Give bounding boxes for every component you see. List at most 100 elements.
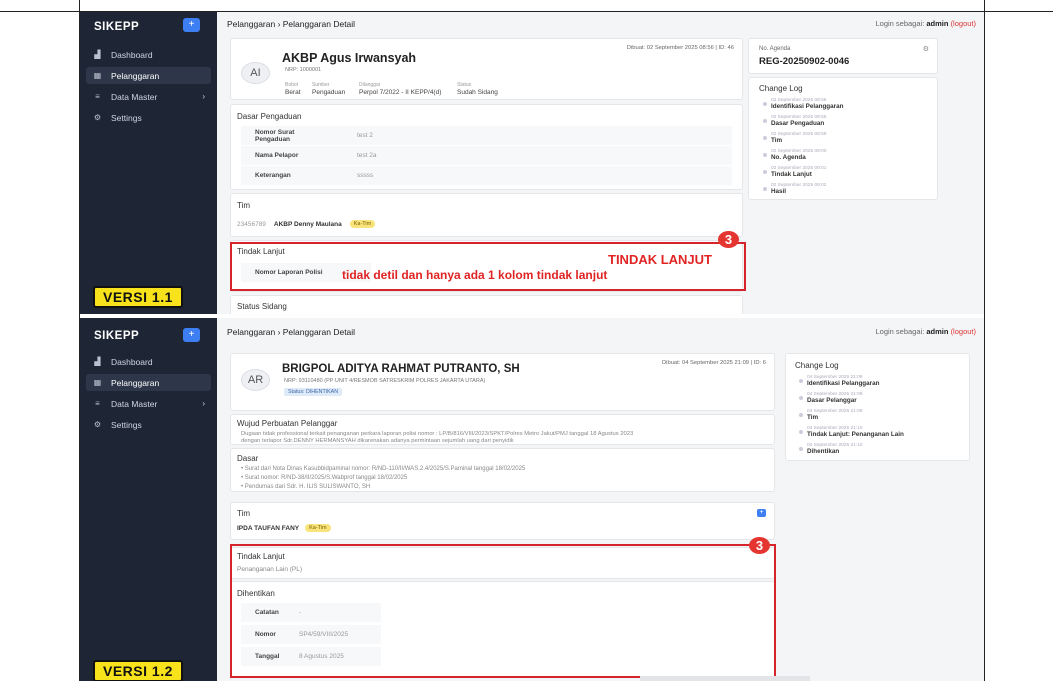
timeline-dot [799,396,803,400]
sidebar-item-settings[interactable]: ⚙ Settings [86,109,211,126]
timeline-dot [799,430,803,434]
meta-label: Dilanggar [359,82,381,88]
timeline-dot [799,447,803,451]
changelog-item: 04 September 2025 21:09 Identifikasi Pela… [799,375,880,387]
role-badge: Ka-Tim [349,220,376,228]
section-title: Wujud Perbuatan Pelanggar [237,419,338,428]
sidebar-item-label: Settings [111,112,142,123]
avatar: AI [241,62,270,84]
table-row: Keterangan sssss [241,166,732,186]
wujud-text: Dugaan tidak professional terkait penang… [241,431,634,437]
gear-icon: ⚙ [93,113,102,122]
sidebar-item-data-master[interactable]: ≡ Data Master › [86,395,211,412]
changelog-name: Tindak Lanjut: Penanganan Lain [807,431,904,438]
table-row: Nomor Surat Pengaduan test 2 [241,126,732,146]
sidebar-item-label: Dashboard [111,49,153,60]
annotation-heading: TINDAK LANJUT [608,252,712,267]
profile-card: AI AKBP Agus Irwansyah NRP: 1000001 Dibu… [230,38,743,100]
add-button[interactable]: + [183,328,200,342]
sidebar-item-pelanggaran[interactable]: ▦ Pelanggaran [86,374,211,391]
changelog-item: 02 September 2025 09:01 Tindak Lanjut [763,166,826,178]
dasar-pengaduan-card: Dasar Pengaduan Nomor Surat Pengaduan tes… [230,104,743,190]
gear-icon: ⚙ [93,420,102,429]
sidebar-item-label: Settings [111,419,142,430]
changelog-name: Tim [771,137,783,144]
tim-member: IPDA TAUFAN FANY Ka-Tim [237,524,331,532]
logout-link[interactable]: (logout) [951,327,976,336]
login-info: Login sebagai: admin (logout) [875,19,976,28]
chevron-right-icon: › [202,92,205,101]
dasar-card: Dasar • Surat dari Nota Dinas Kasubbidpa… [230,448,775,492]
meta-value: Sudah Sidang [457,89,498,96]
sidebar-item-dashboard[interactable]: ▟ Dashboard [86,46,211,63]
chevron-right-icon: › [202,399,205,408]
sidebar-item-data-master[interactable]: ≡ Data Master › [86,88,211,105]
sidebar: SIKEPP + ▟ Dashboard ▦ Pelanggaran ≡ Data M… [80,318,217,681]
meta-label: Sumber [312,82,330,88]
sidebar-item-settings[interactable]: ⚙ Settings [86,416,211,433]
table-icon: ▦ [93,71,102,80]
annotation-box [230,544,776,678]
changelog-item: 02 September 2025 08:59 Tim [763,132,826,144]
sidebar-item-pelanggaran[interactable]: ▦ Pelanggaran [86,67,211,84]
tim-card: Tim + IPDA TAUFAN FANY Ka-Tim [230,502,775,540]
profile-card: AR BRIGPOL ADITYA RAHMAT PUTRANTO, SH NR… [230,353,775,411]
section-title: Dasar [237,454,259,463]
timeline-dot [799,379,803,383]
page-title: BRIGPOL ADITYA RAHMAT PUTRANTO, SH [282,363,520,375]
meta-value: Berat [285,89,301,96]
screenshot-versi-1-2: SIKEPP + ▟ Dashboard ▦ Pelanggaran ≡ Data M… [80,318,984,681]
avatar: AR [241,369,270,391]
list-item: • Pendumas dari Sdr. H. ILIS SULISWANTO,… [241,484,371,490]
sidebar-item-label: Pelanggaran [111,377,160,388]
timeline-dot [763,187,767,191]
add-button[interactable]: + [183,18,200,32]
table-row: Nama Pelapor test 2a [241,146,732,166]
footer-text [640,676,810,681]
section-title: Dasar Pengaduan [237,112,302,121]
meta-value: Pengaduan [312,89,346,96]
sidebar-item-dashboard[interactable]: ▟ Dashboard [86,353,211,370]
nrp-text: NRP: 93110480 (PP UNIT 4/RESMOB SATRESKR… [284,378,486,384]
annotation-note: tidak detil dan hanya ada 1 kolom tindak… [342,268,608,282]
changelog-item: 02 September 2025 09:00 No. Agenda [763,149,826,161]
breadcrumb: Pelanggaran › Pelanggaran Detail [227,19,356,29]
changelog-name: Identifikasi Pelanggaran [807,380,880,387]
status-sidang-card: Status Sidang [230,295,743,314]
screenshot-versi-1-1: SIKEPP + ▟ Dashboard ▦ Pelanggaran ≡ Data M… [80,12,984,314]
wujud-card: Wujud Perbuatan Pelanggar Dugaan tidak p… [230,414,775,445]
tim-member: 23456789 AKBP Denny Maulana Ka-Tim [237,220,376,228]
changelog-name: Dasar Pengaduan [771,120,825,127]
edit-icon[interactable]: ⚙ [923,45,929,53]
timeline-dot [799,413,803,417]
tim-card: Tim 23456789 AKBP Denny Maulana Ka-Tim [230,193,743,237]
changelog-item: 04 September 2025 21:09 Dasar Pelanggar [799,392,862,404]
sidebar-item-label: Data Master [111,398,158,409]
login-info: Login sebagai: admin (logout) [875,327,976,336]
table-icon: ▦ [93,378,102,387]
changelog-title: Change Log [795,361,839,370]
section-title: Tim [237,201,251,210]
add-member-button[interactable]: + [757,509,766,517]
changelog-title: Change Log [759,84,803,93]
meta-value: Perpol 7/2022 - II KEPP/4(d) [359,89,442,96]
breadcrumb: Pelanggaran › Pelanggaran Detail [227,327,356,337]
agenda-number: REG-20250902-0046 [759,56,850,67]
created-info: Dibuat: 04 September 2025 21:09 | ID: 6 [662,360,766,366]
nrp-text: NRP: 1000001 [285,67,322,73]
changelog-item: 02 September 2025 08:56 Identifikasi Pela… [763,98,843,110]
version-label: VERSI 1.1 [93,286,183,308]
changelog-name: Hasil [771,188,787,195]
page-title: AKBP Agus Irwansyah [282,51,417,65]
brand-logo[interactable]: SIKEPP [94,330,139,342]
timeline-dot [763,170,767,174]
changelog-item: 04 September 2025 21:10 Dihentikan [799,443,862,455]
brand-logo[interactable]: SIKEPP [94,21,139,33]
sidebar-item-label: Dashboard [111,356,153,367]
sidebar-item-label: Pelanggaran [111,70,160,81]
logout-link[interactable]: (logout) [951,19,976,28]
annotation-number: 3 [718,231,739,248]
changelog-name: Dasar Pelanggar [807,397,857,404]
sidebar-item-label: Data Master [111,91,158,102]
changelog-item: 04 September 2025 21:09 Tim [799,409,862,421]
